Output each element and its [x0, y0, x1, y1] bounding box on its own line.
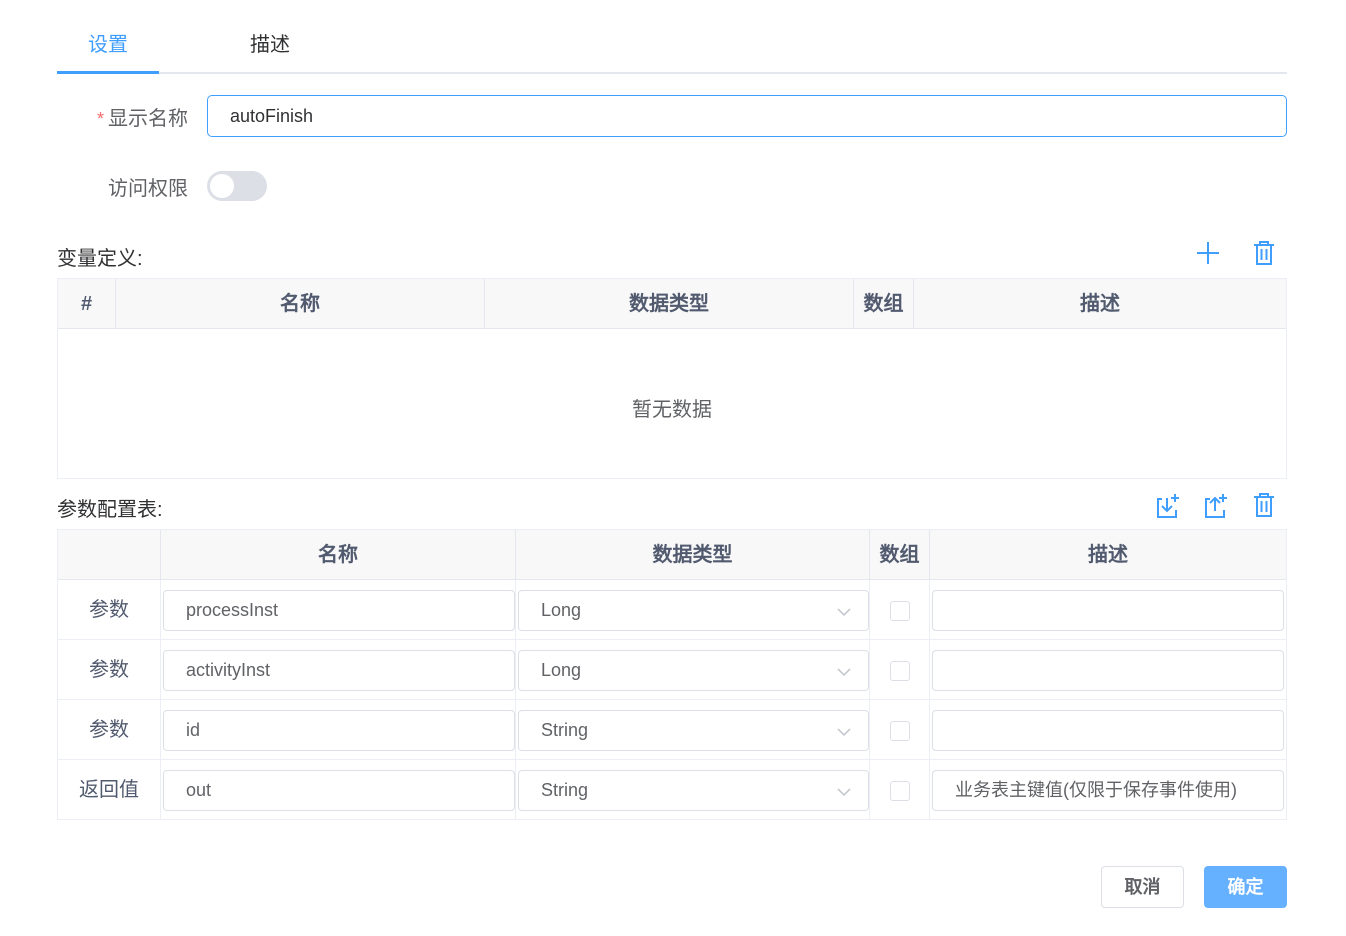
row-kind-label: 参数: [58, 580, 161, 640]
column-header-index: #: [58, 279, 116, 329]
row-kind-label: 返回值: [58, 760, 161, 820]
type-select-value: Long: [541, 660, 582, 680]
array-cell: [870, 640, 930, 700]
desc-input[interactable]: [932, 710, 1284, 751]
column-header-type: 数据类型: [485, 279, 854, 329]
column-header-array: 数组: [870, 530, 930, 580]
desc-input[interactable]: [932, 650, 1284, 691]
display-name-input[interactable]: autoFinish: [207, 95, 1287, 137]
type-cell: Long: [516, 580, 870, 640]
type-select-value: Long: [541, 600, 582, 620]
cancel-button[interactable]: 取消: [1101, 866, 1184, 908]
array-cell: [870, 580, 930, 640]
chevron-down-icon: [837, 728, 851, 737]
desc-cell: 业务表主键值(仅限于保存事件使用): [930, 760, 1286, 820]
access-label: 访问权限: [108, 178, 188, 200]
table-row: 返回值 out String 业务表主键值(仅限于保存事件使用): [58, 760, 1286, 820]
params-title: 参数配置表:: [57, 499, 163, 521]
type-select[interactable]: Long: [518, 650, 869, 691]
import-icon[interactable]: [1153, 490, 1183, 520]
tab-settings[interactable]: 设置: [57, 22, 159, 72]
type-select[interactable]: String: [518, 710, 869, 751]
row-kind-label: 参数: [58, 700, 161, 760]
type-select-value: String: [541, 780, 589, 800]
column-header-desc: 描述: [1088, 544, 1128, 566]
required-mark: *: [96, 109, 104, 129]
tab-active-indicator: [57, 71, 159, 74]
column-header-kind: [58, 530, 161, 580]
export-icon[interactable]: [1201, 490, 1231, 520]
desc-input[interactable]: 业务表主键值(仅限于保存事件使用): [932, 770, 1284, 811]
chevron-down-icon: [837, 668, 851, 677]
confirm-button[interactable]: 确定: [1204, 866, 1287, 908]
switch-knob: [210, 174, 234, 198]
desc-cell: [930, 640, 1286, 700]
access-switch[interactable]: [207, 171, 267, 201]
column-header-desc: 描述: [1080, 293, 1120, 315]
param-name-input[interactable]: out: [163, 770, 515, 811]
params-table-header: 名称 数据类型 数组 描述: [58, 530, 1286, 580]
trash-icon[interactable]: [1249, 238, 1279, 268]
tab-description[interactable]: 描述: [219, 22, 321, 72]
type-cell: String: [516, 700, 870, 760]
variables-table: # 名称 数据类型 数组 描述 暂无数据: [57, 278, 1287, 479]
variables-title: 变量定义:: [57, 248, 143, 270]
chevron-down-icon: [837, 788, 851, 797]
type-cell: String: [516, 760, 870, 820]
column-header-name: 名称: [116, 279, 485, 329]
param-name-input[interactable]: id: [163, 710, 515, 751]
display-name-label-text: 显示名称: [108, 108, 188, 130]
param-name-input[interactable]: activityInst: [163, 650, 515, 691]
type-select[interactable]: Long: [518, 590, 869, 631]
empty-state-text: 暂无数据: [632, 399, 712, 421]
array-checkbox[interactable]: [890, 661, 910, 681]
table-row: 参数 processInst Long: [58, 580, 1286, 640]
chevron-down-icon: [837, 608, 851, 617]
desc-cell: [930, 580, 1286, 640]
display-name-label: * 显示名称: [60, 102, 188, 131]
column-header-array: 数组: [854, 279, 914, 329]
array-checkbox[interactable]: [890, 721, 910, 741]
row-kind-label: 参数: [58, 640, 161, 700]
table-row: 参数 id String: [58, 700, 1286, 760]
array-cell: [870, 700, 930, 760]
variables-table-header: # 名称 数据类型 数组 描述: [58, 279, 1286, 329]
desc-input[interactable]: [932, 590, 1284, 631]
column-header-type: 数据类型: [516, 530, 870, 580]
name-cell: processInst: [161, 580, 516, 640]
array-cell: [870, 760, 930, 820]
array-checkbox[interactable]: [890, 781, 910, 801]
array-checkbox[interactable]: [890, 601, 910, 621]
tab-divider: [57, 72, 1287, 74]
type-select[interactable]: String: [518, 770, 869, 811]
plus-icon[interactable]: [1193, 238, 1223, 268]
trash-icon[interactable]: [1249, 490, 1279, 520]
name-cell: out: [161, 760, 516, 820]
params-table: 名称 数据类型 数组 描述 参数 processInst Long 参数 act…: [57, 529, 1287, 820]
table-row: 参数 activityInst Long: [58, 640, 1286, 700]
param-name-input[interactable]: processInst: [163, 590, 515, 631]
type-select-value: String: [541, 720, 589, 740]
name-cell: activityInst: [161, 640, 516, 700]
desc-cell: [930, 700, 1286, 760]
name-cell: id: [161, 700, 516, 760]
column-header-name: 名称: [161, 530, 516, 580]
tab-bar: 设置 描述: [57, 22, 1287, 74]
type-cell: Long: [516, 640, 870, 700]
